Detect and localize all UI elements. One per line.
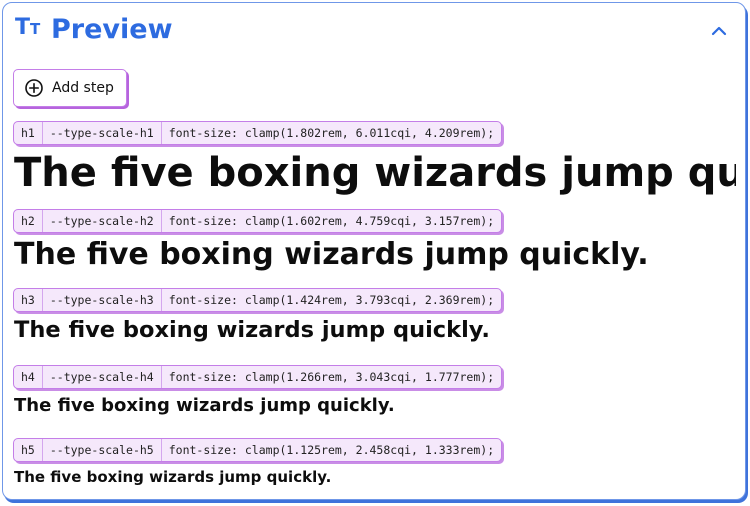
step-tag: h5 xyxy=(21,443,35,457)
step-declaration: font-size: clamp(1.424rem, 3.793cqi, 2.3… xyxy=(160,289,501,311)
sample-text: The five boxing wizards jump quickly. xyxy=(14,237,649,272)
panel-header: TT Preview xyxy=(3,3,745,57)
step-declaration: font-size: clamp(1.802rem, 6.011cqi, 4.2… xyxy=(160,122,501,144)
step-meta: h3 --type-scale-h3 font-size: clamp(1.42… xyxy=(13,288,503,312)
add-step-label: Add step xyxy=(52,80,114,96)
add-step-button[interactable]: Add step xyxy=(13,69,127,107)
type-step-h3: h3 --type-scale-h3 font-size: clamp(1.42… xyxy=(13,288,741,346)
sample-text: The five boxing wizards jump quickly. xyxy=(14,468,332,486)
step-tag: h2 xyxy=(21,214,35,228)
step-meta: h5 --type-scale-h5 font-size: clamp(1.12… xyxy=(13,438,503,462)
sample-text: The five boxing wizards jump quickly. xyxy=(14,317,490,343)
collapse-button[interactable] xyxy=(707,19,731,43)
plus-circle-icon xyxy=(25,79,43,97)
step-tag: h1 xyxy=(21,126,35,140)
type-step-h4: h4 --type-scale-h4 font-size: clamp(1.26… xyxy=(13,365,741,419)
step-meta: h4 --type-scale-h4 font-size: clamp(1.26… xyxy=(13,365,503,389)
type-step-h5: h5 --type-scale-h5 font-size: clamp(1.12… xyxy=(13,438,741,488)
step-variable: --type-scale-h4 xyxy=(41,366,161,388)
step-declaration: font-size: clamp(1.266rem, 3.043cqi, 1.7… xyxy=(160,366,501,388)
sample-text: The five boxing wizards jump quickly. xyxy=(14,150,736,196)
panel-title: Preview xyxy=(51,14,173,45)
step-declaration: font-size: clamp(1.125rem, 2.458cqi, 1.3… xyxy=(160,439,501,461)
chevron-up-icon xyxy=(711,26,727,36)
type-step-h2: h2 --type-scale-h2 font-size: clamp(1.60… xyxy=(13,209,741,275)
preview-panel: TT Preview Add step h1 --type-scale-h1 f… xyxy=(2,2,746,500)
step-variable: --type-scale-h5 xyxy=(41,439,161,461)
step-declaration: font-size: clamp(1.602rem, 4.759cqi, 3.1… xyxy=(160,210,501,232)
step-tag: h4 xyxy=(21,370,35,384)
type-step-h1: h1 --type-scale-h1 font-size: clamp(1.80… xyxy=(13,121,741,199)
step-variable: --type-scale-h3 xyxy=(41,289,161,311)
step-meta: h1 --type-scale-h1 font-size: clamp(1.80… xyxy=(13,121,503,145)
type-icon: TT xyxy=(15,15,41,40)
step-tag: h3 xyxy=(21,293,35,307)
step-variable: --type-scale-h2 xyxy=(41,210,161,232)
step-variable: --type-scale-h1 xyxy=(41,122,161,144)
step-meta: h2 --type-scale-h2 font-size: clamp(1.60… xyxy=(13,209,503,233)
sample-text: The five boxing wizards jump quickly. xyxy=(14,395,395,416)
